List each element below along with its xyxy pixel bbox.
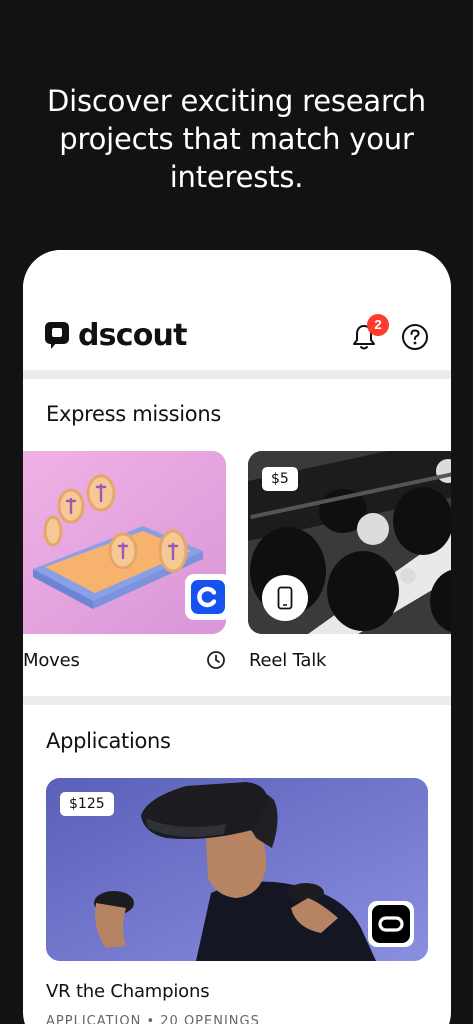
application-card-vr[interactable]: $125 <box>46 778 428 961</box>
express-missions-title: Express missions <box>46 402 221 426</box>
help-icon[interactable] <box>401 323 429 351</box>
headline: Discover exciting research projects that… <box>46 84 426 194</box>
express-card-moves-title: Moves <box>23 650 80 671</box>
app-header: dscout 2 <box>23 250 451 370</box>
oculus-icon <box>368 901 414 947</box>
express-card-reel-talk-title: Reel Talk <box>249 650 327 671</box>
application-card-vr-title: VR the Champions <box>46 981 210 1002</box>
dscout-logo-icon <box>45 321 69 350</box>
app-screen: dscout 2 Express missions Moves $5 Reel … <box>23 250 451 1024</box>
express-card-moves[interactable] <box>23 451 226 634</box>
applications-title: Applications <box>46 729 171 753</box>
express-card-reel-talk[interactable]: $5 <box>248 451 451 634</box>
application-meta: APPLICATION • 20 OPENINGS <box>46 1014 260 1024</box>
clock-icon <box>207 651 225 669</box>
price-tag: $125 <box>60 792 114 816</box>
notification-badge: 2 <box>367 314 389 336</box>
phone-icon <box>262 575 308 621</box>
section-divider <box>23 696 451 705</box>
logo-text: dscout <box>78 318 187 353</box>
coinbase-app-icon <box>185 574 226 620</box>
price-tag: $5 <box>262 467 298 491</box>
section-divider <box>23 370 451 379</box>
dscout-logo: dscout <box>45 318 187 353</box>
